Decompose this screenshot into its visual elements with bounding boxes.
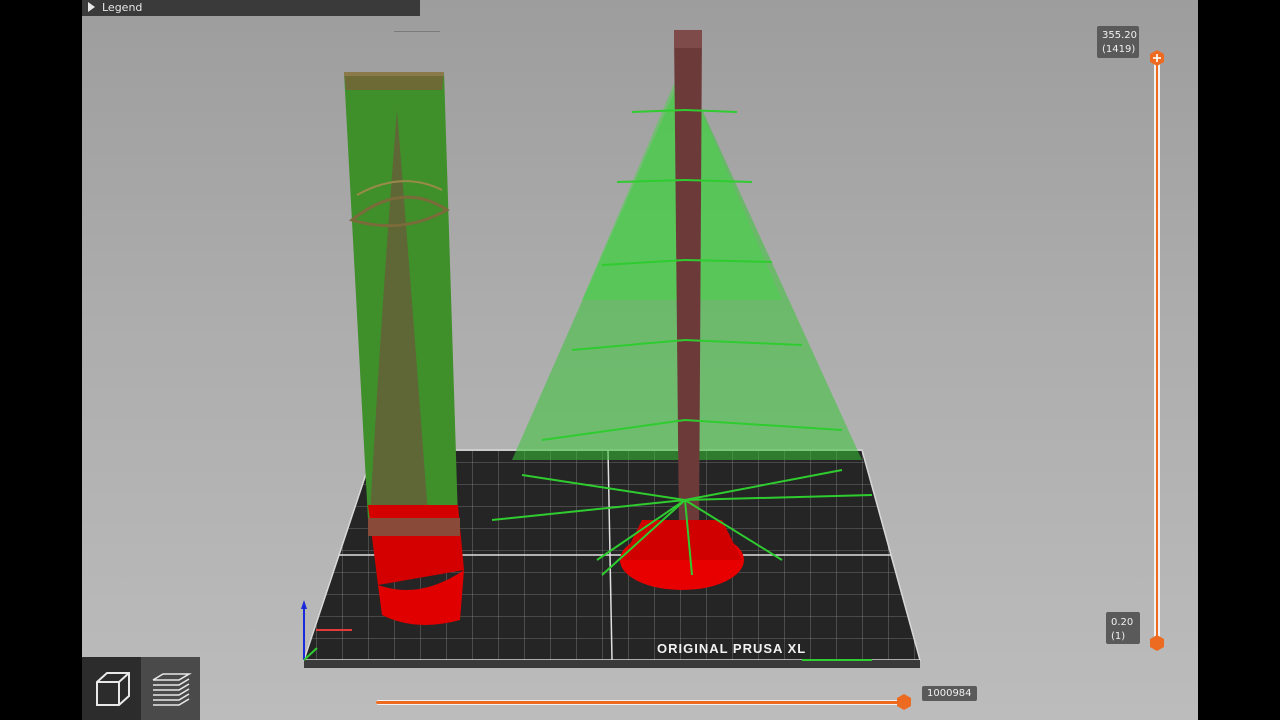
top-height-label: 355.20: [1102, 30, 1137, 41]
move-slider-fill: [376, 701, 904, 704]
cube-icon: [95, 671, 130, 706]
top-layer-label: (1419): [1102, 44, 1135, 55]
3d-view-button[interactable]: [82, 657, 141, 720]
preview-scene[interactable]: ORIGINAL PRUSA XL 355.20 (1419) 0.20 (1): [82, 0, 1198, 720]
bed-label: ORIGINAL PRUSA XL: [657, 641, 806, 656]
legend-toggle[interactable]: Legend: [82, 0, 420, 16]
bottom-layer-label: (1): [1111, 631, 1125, 642]
legend-expand-icon: [88, 2, 95, 12]
bottom-height-label: 0.20: [1111, 617, 1133, 628]
move-slider-value: 1000984: [922, 686, 977, 701]
legend-separator: [394, 31, 440, 32]
view-mode-switcher: [82, 657, 200, 720]
layer-slider-fill: [1156, 62, 1158, 642]
preview-button[interactable]: [141, 657, 200, 720]
layer-slider-top-thumb[interactable]: [1149, 50, 1165, 66]
3d-viewport[interactable]: ORIGINAL PRUSA XL 355.20 (1419) 0.20 (1)…: [82, 0, 1198, 720]
layer-slider-bottom-thumb[interactable]: [1149, 635, 1165, 651]
move-slider-thumb[interactable]: [896, 694, 912, 710]
legend-label: Legend: [102, 1, 143, 14]
layers-icon: [152, 672, 192, 706]
